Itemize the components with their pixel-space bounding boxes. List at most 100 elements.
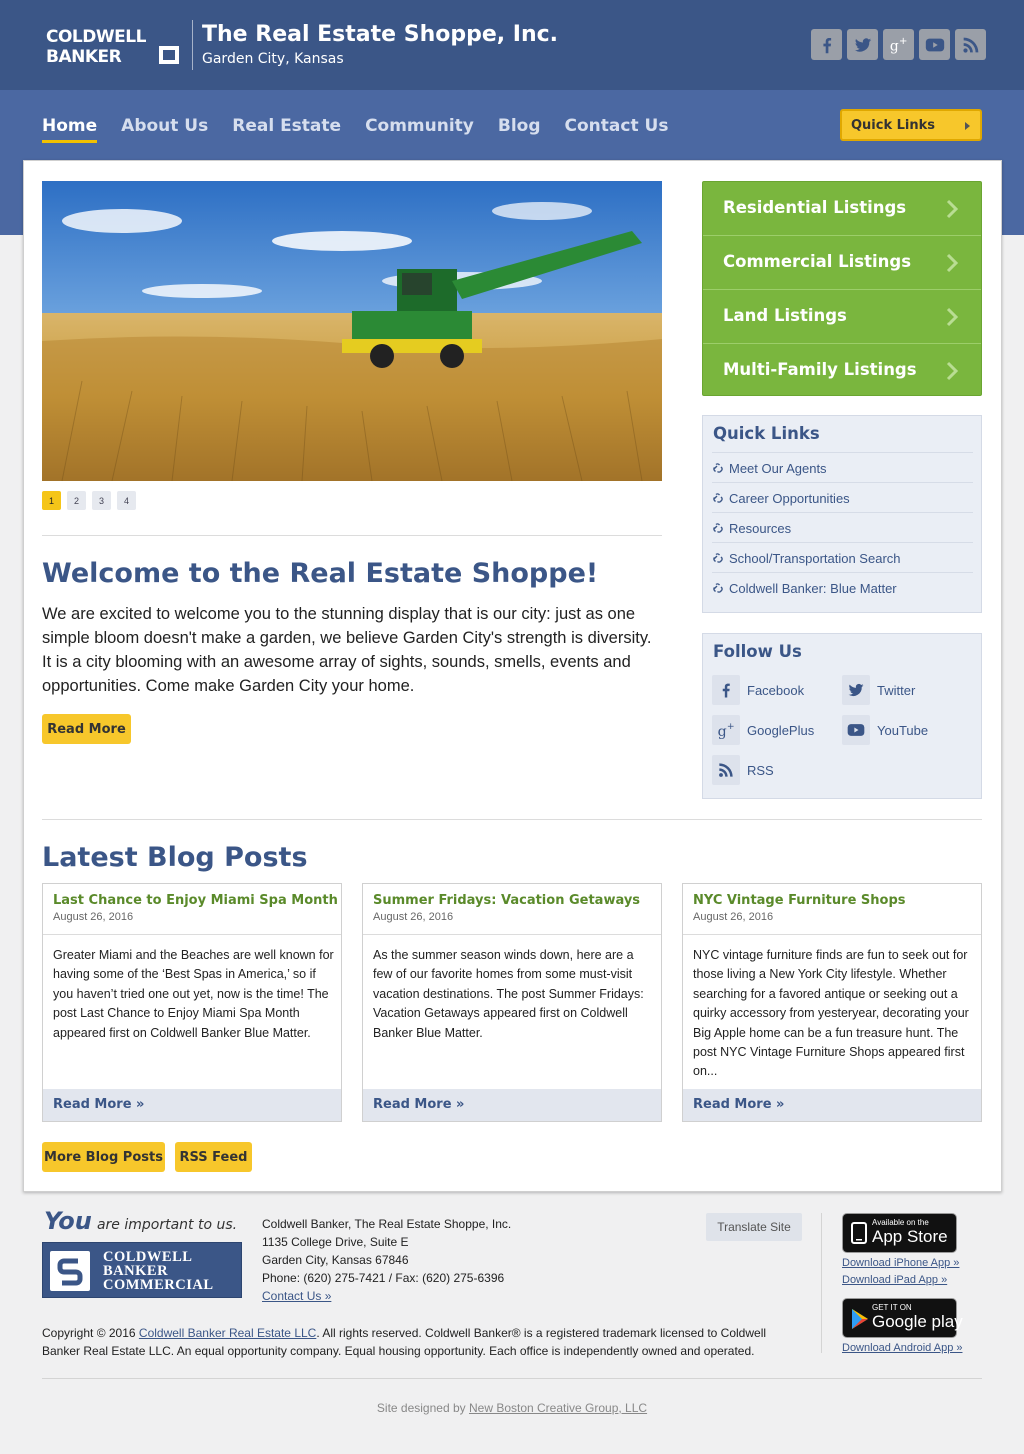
cb-emblem-icon <box>50 1251 90 1291</box>
nav-real-estate[interactable]: Real Estate <box>232 116 341 143</box>
divider <box>42 1378 982 1379</box>
residential-listings-link[interactable]: Residential Listings <box>703 182 981 235</box>
blog-read-more-link[interactable]: Read More » <box>43 1089 341 1121</box>
divider <box>683 934 981 935</box>
svg-text:+: + <box>727 721 735 732</box>
google-play-big: Google play <box>872 1312 963 1331</box>
google-play-badge[interactable]: GET IT ON Google play <box>842 1298 963 1338</box>
quick-links-dropdown[interactable]: Quick Links <box>840 109 982 141</box>
follow-twitter[interactable]: Twitter <box>842 675 915 705</box>
nav-community[interactable]: Community <box>365 116 474 143</box>
company-city: Garden City, Kansas <box>202 51 344 67</box>
app-store-small: Available on the <box>872 1218 929 1227</box>
blog-post-excerpt: NYC vintage furniture finds are fun to s… <box>693 948 969 1079</box>
blog-read-more-link[interactable]: Read More » <box>683 1089 981 1121</box>
blog-post-title[interactable]: NYC Vintage Furniture Shops <box>693 893 906 908</box>
download-ipad-link[interactable]: Download iPad App » <box>842 1274 947 1286</box>
chevron-right-icon <box>946 199 959 219</box>
follow-rss[interactable]: RSS <box>712 755 774 785</box>
quick-link-label: Career Opportunities <box>729 491 850 506</box>
divider <box>821 1213 822 1353</box>
nav-contact-us[interactable]: Contact Us <box>565 116 669 143</box>
nav-about-us[interactable]: About Us <box>121 116 208 143</box>
address-line: Coldwell Banker, The Real Estate Shoppe,… <box>262 1217 512 1231</box>
follow-label: Twitter <box>877 682 916 698</box>
twitter-icon[interactable] <box>847 29 878 60</box>
googleplus-icon[interactable]: g + <box>883 29 914 60</box>
chevron-right-icon <box>946 253 959 273</box>
more-blog-posts-button[interactable]: More Blog Posts <box>42 1142 165 1172</box>
slider-dot[interactable]: 3 <box>92 491 111 510</box>
quick-link-career[interactable]: Career Opportunities <box>712 482 973 512</box>
coldwell-banker-commercial-logo[interactable]: COLDWELL BANKER COMMERCIAL <box>42 1242 242 1298</box>
company-name[interactable]: The Real Estate Shoppe, Inc. <box>202 22 558 47</box>
google-play-small: GET IT ON <box>872 1303 912 1312</box>
follow-facebook[interactable]: Facebook <box>712 675 804 705</box>
contact-us-link[interactable]: Contact Us » <box>262 1289 331 1303</box>
listing-label: Residential Listings <box>723 198 907 217</box>
quick-links-label: Quick Links <box>851 118 936 133</box>
rss-icon[interactable] <box>955 29 986 60</box>
youtube-icon[interactable] <box>919 29 950 60</box>
tagline-rest: are important to us. <box>96 1217 238 1233</box>
twitter-icon <box>842 675 870 705</box>
youtube-icon <box>842 715 870 745</box>
address-line: Phone: (620) 275-7421 / Fax: (620) 275-6… <box>262 1271 505 1285</box>
listing-label: Multi-Family Listings <box>723 360 917 379</box>
translate-site-button[interactable]: Translate Site <box>706 1213 802 1241</box>
link-icon <box>713 463 723 473</box>
slider-dot[interactable]: 2 <box>67 491 86 510</box>
facebook-icon[interactable] <box>811 29 842 60</box>
blog-post-title[interactable]: Summer Fridays: Vacation Getaways <box>373 893 640 908</box>
land-listings-link[interactable]: Land Listings <box>703 290 981 343</box>
blog-card: NYC Vintage Furniture Shops August 26, 2… <box>682 883 982 1122</box>
listing-label: Commercial Listings <box>723 252 912 271</box>
nav-blog[interactable]: Blog <box>498 116 541 143</box>
cbc-logo-text: COLDWELL BANKER COMMERCIAL <box>103 1250 214 1293</box>
phone-icon <box>851 1222 867 1244</box>
svg-text:BANKER: BANKER <box>46 47 122 66</box>
slider-dot[interactable]: 1 <box>42 491 61 510</box>
read-more-button[interactable]: Read More <box>42 714 131 744</box>
rss-icon <box>712 755 740 785</box>
designer-link[interactable]: New Boston Creative Group, LLC <box>469 1401 647 1415</box>
divider <box>43 934 341 935</box>
blog-heading: Latest Blog Posts <box>42 842 308 873</box>
hero-slider-image[interactable] <box>42 181 662 481</box>
follow-youtube[interactable]: YouTube <box>842 715 928 745</box>
welcome-heading: Welcome to the Real Estate Shoppe! <box>42 558 599 589</box>
app-store-badge[interactable]: Available on the App Store <box>842 1213 957 1253</box>
follow-googleplus[interactable]: g + GooglePlus <box>712 715 814 745</box>
commercial-listings-link[interactable]: Commercial Listings <box>703 236 981 289</box>
blog-read-more-link[interactable]: Read More » <box>363 1089 661 1121</box>
quick-link-blue-matter[interactable]: Coldwell Banker: Blue Matter <box>712 572 973 602</box>
caret-right-icon <box>965 122 970 130</box>
chevron-right-icon <box>946 361 959 381</box>
slider-dot[interactable]: 4 <box>117 491 136 510</box>
blog-post-excerpt: As the summer season winds down, here ar… <box>373 948 644 1040</box>
follow-us-box: Follow Us Facebook Twitter g + GooglePlus… <box>702 633 982 799</box>
rss-feed-button[interactable]: RSS Feed <box>175 1142 252 1172</box>
quick-link-meet-agents[interactable]: Meet Our Agents <box>712 452 973 482</box>
blog-post-title[interactable]: Last Chance to Enjoy Miami Spa Month <box>53 893 338 908</box>
quick-link-resources[interactable]: Resources <box>712 512 973 542</box>
download-android-link[interactable]: Download Android App » <box>842 1342 962 1354</box>
divider <box>42 819 982 820</box>
quick-link-label: School/Transportation Search <box>729 551 901 566</box>
address-line: 1135 College Drive, Suite E <box>262 1235 409 1249</box>
play-triangle-icon <box>852 1309 868 1329</box>
address-line: Garden City, Kansas 67846 <box>262 1253 409 1267</box>
quick-link-school-search[interactable]: School/Transportation Search <box>712 542 973 572</box>
coldwell-banker-logo[interactable]: COLDWELL BANKER <box>44 24 182 67</box>
quick-link-label: Resources <box>729 521 792 536</box>
slider-pagination: 1 2 3 4 <box>42 491 136 510</box>
coldwell-banker-llc-link[interactable]: Coldwell Banker Real Estate LLC <box>139 1326 316 1340</box>
svg-text:+: + <box>899 36 907 47</box>
header-social-icons: g + <box>811 29 986 60</box>
site-credits: Site designed by New Boston Creative Gro… <box>0 1401 1024 1415</box>
multi-family-listings-link[interactable]: Multi-Family Listings <box>703 344 981 397</box>
download-iphone-link[interactable]: Download iPhone App » <box>842 1257 959 1269</box>
nav-home[interactable]: Home <box>42 116 98 143</box>
svg-text:g: g <box>889 38 898 54</box>
quick-links-title: Quick Links <box>713 424 820 443</box>
